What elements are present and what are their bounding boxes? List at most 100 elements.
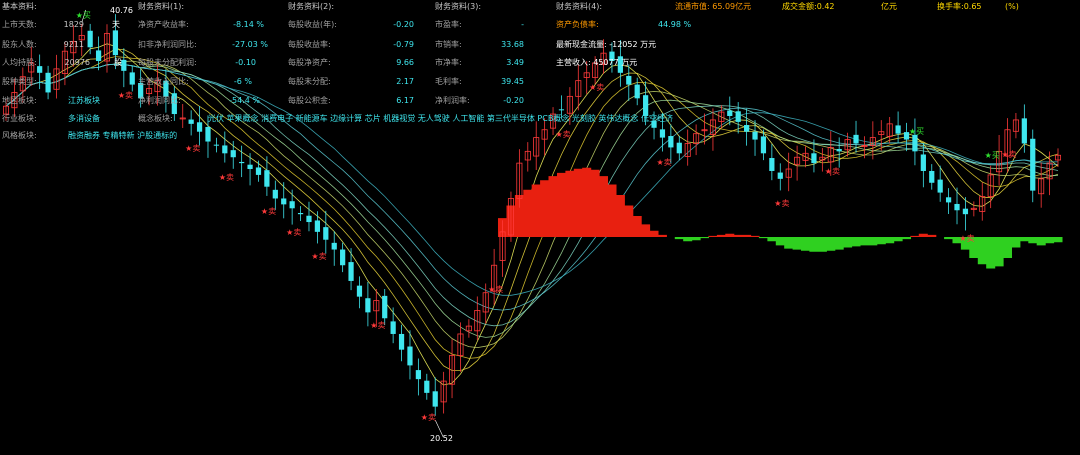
candle-body	[432, 391, 438, 407]
candle-body	[230, 150, 236, 158]
finance3-label-pb: 市净率:	[435, 58, 462, 67]
finance1-value-net-yoy: -54.4 %	[229, 96, 260, 105]
candle-body	[297, 213, 304, 215]
sell-signal: ★卖	[420, 412, 436, 422]
histogram-negative-area	[674, 237, 1063, 269]
sell-signal: ★卖	[959, 234, 975, 244]
sell-signal: ★卖	[370, 320, 386, 330]
finance3-label-net-margin: 净利润率:	[435, 96, 470, 105]
candle-body	[945, 197, 952, 203]
candle-body	[382, 295, 388, 319]
basic-value-listing-days: 1829	[63, 20, 84, 29]
finance2-value-eps: -0.20	[393, 20, 414, 29]
high-price-label: 40.76	[110, 6, 133, 15]
candle-body	[811, 153, 817, 164]
candle-body	[306, 215, 312, 223]
buy-signal: ★买	[984, 150, 1000, 160]
sell-signal: ★卖	[286, 228, 302, 238]
candle-body	[247, 164, 253, 170]
candle-body	[272, 189, 278, 199]
candle-body	[348, 262, 354, 281]
candle-body	[836, 148, 842, 152]
candle-body	[962, 208, 969, 215]
candle-body	[289, 201, 295, 209]
candle-body	[398, 333, 405, 350]
candle-body	[390, 321, 396, 334]
finance3-label-ps: 市销率:	[435, 40, 462, 49]
concept-board: 光伏 苹果概念 消费电子 新能源车 边缘计算 芯片 机器视觉 无人驾驶 人工智能…	[208, 114, 673, 123]
candle-body	[769, 158, 775, 171]
candle-body	[676, 142, 682, 154]
candle-body	[407, 346, 413, 366]
basic-label-listing-days: 上市天数:	[2, 20, 37, 29]
candle-body	[920, 154, 926, 171]
basic-value-industry: 多消设备	[68, 114, 100, 123]
basic-label-style: 风格板块:	[2, 131, 37, 140]
candle-body	[37, 66, 43, 73]
candle-body	[87, 30, 93, 48]
finance2-value-undistributed: 2.17	[396, 77, 414, 86]
finance4-revenue: 主营收入: 45077 万元	[556, 58, 638, 67]
quote-screen: 流通市值: 65.09亿元 成交金额:0.42 亿元 换手率:0.65 (%) …	[0, 0, 1080, 455]
candle-body	[895, 125, 901, 134]
finance3-label-pe: 市盈率:	[435, 20, 462, 29]
candle-body	[626, 75, 632, 85]
candle-body	[222, 145, 228, 154]
basic-value-avg-holding: 20976	[64, 58, 90, 67]
candle-body	[735, 111, 741, 122]
candle-body	[314, 220, 321, 232]
finance1-label-roe: 净资产收益率:	[138, 20, 189, 29]
finance1-label-undistributed: 每股未分配利润:	[138, 58, 197, 67]
kline-chart[interactable]	[0, 0, 1080, 455]
side-mark-share: 股	[114, 58, 122, 67]
finance4-label-debt: 资产负债率:	[556, 20, 599, 29]
histogram-positive-area	[497, 167, 937, 237]
sell-signal: ★卖	[589, 82, 605, 92]
finance1-label-net-yoy: 净利润同比:	[138, 96, 181, 105]
finance2-value-reserve: 6.17	[396, 96, 414, 105]
candle-body	[340, 249, 346, 266]
candle-body	[643, 95, 649, 116]
finance2-label-eps: 每股收益(年):	[288, 20, 337, 29]
candle-body	[323, 227, 329, 240]
candle-body	[45, 72, 51, 93]
candle-body	[255, 167, 262, 175]
candle-body	[213, 144, 220, 146]
basic-label-share-type: 股种类型:	[2, 77, 37, 86]
sell-signal: ★卖	[555, 130, 571, 140]
candle-body	[264, 170, 270, 187]
basic-label-shareholders: 股东人数:	[2, 40, 37, 49]
basic-label-industry: 行业板块:	[2, 114, 37, 123]
buy-signal: ★买	[75, 11, 91, 21]
finance1-value-revenue-yoy: -6 %	[233, 77, 252, 86]
finance4-capital-flow: 最新现金流量: -12052 万元	[556, 40, 657, 49]
candle-body	[937, 179, 943, 193]
side-mark-day: 天	[112, 20, 120, 29]
finance1-label-revenue-yoy: 主营收入同比:	[138, 77, 189, 86]
candle-body	[365, 298, 371, 313]
sell-signal: ★卖	[260, 206, 277, 216]
candle-body	[188, 119, 194, 124]
candle-body	[1021, 118, 1027, 144]
basic-value-style: 融资融券 专精特新 沪股通标的	[68, 131, 178, 140]
finance2-label-undistributed: 每股未分配:	[288, 77, 331, 86]
sell-signal: ★卖	[656, 157, 672, 167]
basic-label-avg-holding: 人均持股:	[2, 58, 37, 67]
candle-body	[196, 122, 203, 132]
candle-body	[668, 136, 674, 148]
candle-body	[558, 109, 565, 111]
finance2-value-eps-rate: -0.79	[393, 40, 414, 49]
candle-body	[659, 129, 666, 138]
basic-header: 基本资料:	[2, 2, 37, 11]
sell-signal: ★卖	[824, 167, 840, 177]
basic-value-region: 江苏板块	[68, 96, 100, 105]
candle-body	[634, 84, 640, 99]
sell-signal: ★卖	[218, 173, 234, 183]
finance3-value-ps: 33.68	[501, 40, 524, 49]
market-cap: 流通市值: 65.09亿元	[675, 2, 752, 11]
finance2-value-nav: 9.66	[396, 58, 414, 67]
candle-body	[415, 370, 421, 380]
candle-body	[281, 198, 287, 205]
candle-body	[929, 170, 935, 183]
finance1-value-roe: -8.14 %	[233, 20, 264, 29]
